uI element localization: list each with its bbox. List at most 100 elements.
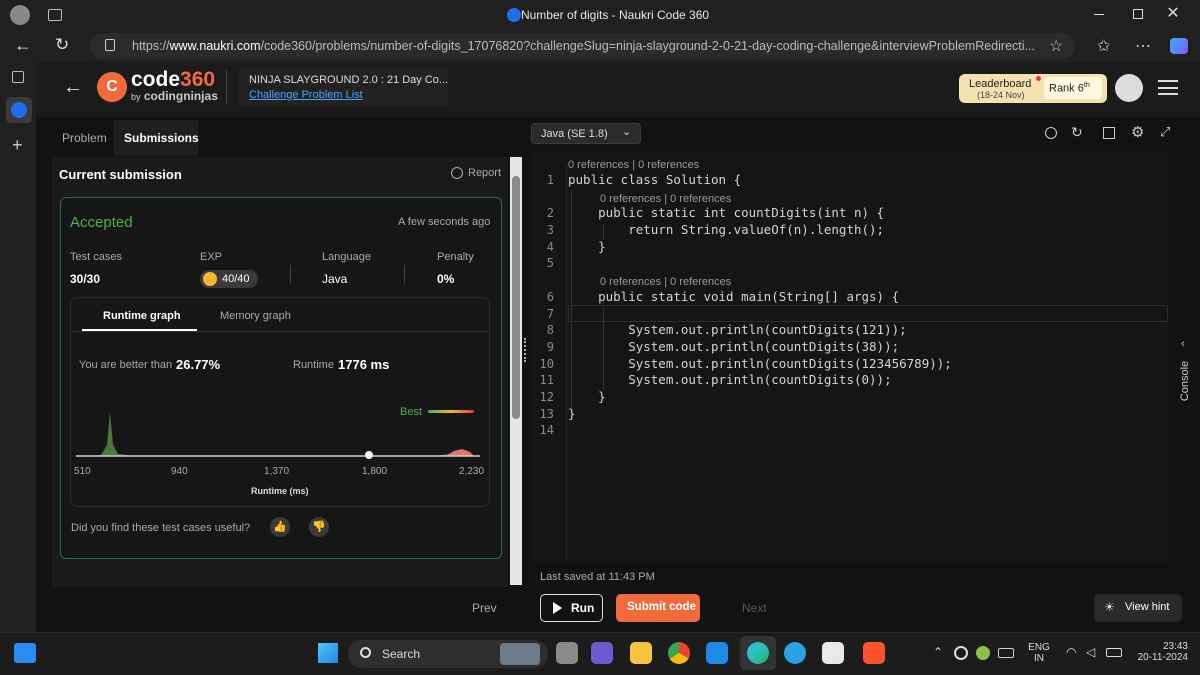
url-text[interactable]: https://www.naukri.com/code360/problems/… (132, 39, 1042, 53)
rank-suffix: th (1083, 82, 1090, 89)
minimize-button[interactable] (1094, 14, 1104, 15)
exp-label: EXP (200, 251, 223, 263)
next-button[interactable]: Next (742, 601, 767, 615)
settings-gear-icon[interactable]: ⚙ (1131, 123, 1144, 141)
editor-gutter-divider (566, 165, 567, 560)
timer-icon[interactable] (1045, 127, 1057, 139)
region-code: IN (1034, 653, 1044, 664)
rank-label: Rank (1049, 82, 1075, 95)
app-back-button[interactable]: ← (63, 76, 83, 99)
thumbs-down-button[interactable]: 👎 (309, 517, 329, 537)
console-label: Console (1179, 360, 1192, 402)
better-than-label: You are better than (79, 359, 173, 371)
code-line: } (568, 389, 606, 404)
code-line: System.out.println(countDigits(123456789… (568, 356, 952, 371)
x-tick-1370: 1,370 (264, 466, 290, 477)
line-number: 7 (546, 307, 554, 321)
tray-chevron-icon[interactable]: ⌃ (933, 645, 943, 659)
line-number: 8 (546, 323, 554, 337)
report-icon[interactable] (451, 167, 463, 179)
x-tick-510: 510 (74, 466, 91, 477)
graph-tabs-divider (71, 331, 489, 332)
code360-logo[interactable]: C (97, 72, 127, 102)
code-line: public static int countDigits(int n) { (568, 205, 885, 220)
language-indicator[interactable]: ENG IN (1028, 642, 1050, 664)
teams-icon[interactable] (591, 642, 613, 664)
line-number: 5 (546, 256, 554, 270)
thumbs-up-button[interactable]: 👍 (270, 517, 290, 537)
report-button[interactable]: Report (468, 167, 501, 179)
logo-code: code (131, 68, 181, 91)
prev-button[interactable]: Prev (472, 601, 497, 615)
more-menu-icon[interactable]: ⋯ (1135, 36, 1151, 56)
refresh-button[interactable]: ↻ (55, 35, 69, 55)
close-window-button[interactable]: ✕ (1163, 3, 1183, 23)
layout-icon[interactable] (1103, 127, 1115, 139)
tray-app-icon[interactable] (976, 646, 990, 660)
wifi-icon[interactable]: ◠ (1066, 645, 1076, 659)
telegram-icon[interactable] (784, 642, 806, 664)
scrollbar-thumb[interactable] (512, 176, 520, 419)
line-number: 10 (539, 357, 554, 371)
tab-runtime-graph[interactable]: Runtime graph (103, 310, 181, 322)
submission-time: A few seconds ago (398, 216, 491, 228)
line-number: 12 (539, 390, 554, 404)
logo-codingninjas: codingninjas (143, 89, 218, 103)
current-submission-heading: Current submission (59, 167, 182, 182)
line-number: 9 (546, 340, 554, 354)
chrome-icon[interactable] (668, 642, 690, 664)
user-avatar[interactable] (1115, 74, 1143, 102)
keyboard-icon[interactable] (998, 648, 1014, 658)
stat-divider (290, 265, 291, 283)
volume-icon[interactable]: ◁ (1086, 645, 1095, 659)
last-saved-text: Last saved at 11:43 PM (540, 571, 655, 583)
tab-memory-graph[interactable]: Memory graph (220, 310, 291, 322)
widgets-icon[interactable] (14, 643, 36, 663)
vscode-icon[interactable] (706, 642, 728, 664)
logo-360: 360 (180, 68, 216, 91)
brave-icon[interactable] (863, 642, 885, 664)
battery-icon[interactable] (1106, 648, 1122, 657)
code-line: System.out.println(countDigits(121)); (568, 322, 907, 337)
runtime-value: 1776 ms (338, 357, 390, 372)
new-tab-button[interactable]: + (12, 135, 23, 156)
file-explorer-icon[interactable] (630, 642, 652, 664)
tab-problem[interactable]: Problem (62, 131, 107, 145)
play-icon (553, 602, 562, 614)
fullscreen-icon[interactable]: ⤢ (1160, 124, 1170, 140)
favorites-icon[interactable]: ✩ (1097, 36, 1110, 56)
url-path: /code360/problems/number-of-digits_17076… (260, 39, 1035, 53)
code-lens-references[interactable]: 0 references | 0 references (568, 159, 699, 171)
your-runtime-marker (365, 451, 373, 459)
start-button-icon[interactable] (318, 643, 338, 663)
tray-sync-icon[interactable] (954, 646, 968, 660)
copilot-icon[interactable] (1170, 38, 1188, 54)
tab-title: Number of digits - Naukri Code 360 (520, 8, 710, 22)
line-number: 3 (546, 223, 554, 237)
task-view-icon[interactable] (556, 642, 578, 664)
code-lens-references[interactable]: 0 references | 0 references (600, 276, 731, 288)
store-icon[interactable] (822, 642, 844, 664)
line-number: 13 (539, 407, 554, 421)
bulb-icon: ☀ (1104, 600, 1115, 614)
code-lens-references[interactable]: 0 references | 0 references (600, 193, 731, 205)
x-tick-1800: 1,800 (362, 466, 388, 477)
runtime-density-area (86, 412, 474, 456)
header-divider (226, 70, 227, 105)
code-line: System.out.println(countDigits(38)); (568, 339, 900, 354)
reset-code-icon[interactable]: ↻ (1071, 124, 1083, 141)
back-button[interactable]: ← (14, 35, 32, 56)
language-label: Language (322, 251, 371, 263)
code-line: System.out.println(countDigits(0)); (568, 372, 892, 387)
language-select-value: Java (SE 1.8) (541, 128, 608, 140)
edge-icon (747, 642, 769, 664)
tab-list-icon[interactable] (12, 71, 24, 83)
maximize-button[interactable] (1133, 9, 1143, 19)
challenge-problem-list-link[interactable]: Challenge Problem List (249, 89, 363, 101)
better-than-value: 26.77% (176, 357, 221, 372)
clock[interactable]: 23:43 20-11-2024 (1130, 641, 1188, 663)
star-icon[interactable]: ☆ (1049, 36, 1063, 56)
logo-by: by (131, 92, 141, 102)
penalty-label: Penalty (437, 251, 474, 263)
panel-splitter-handle[interactable] (524, 338, 527, 362)
